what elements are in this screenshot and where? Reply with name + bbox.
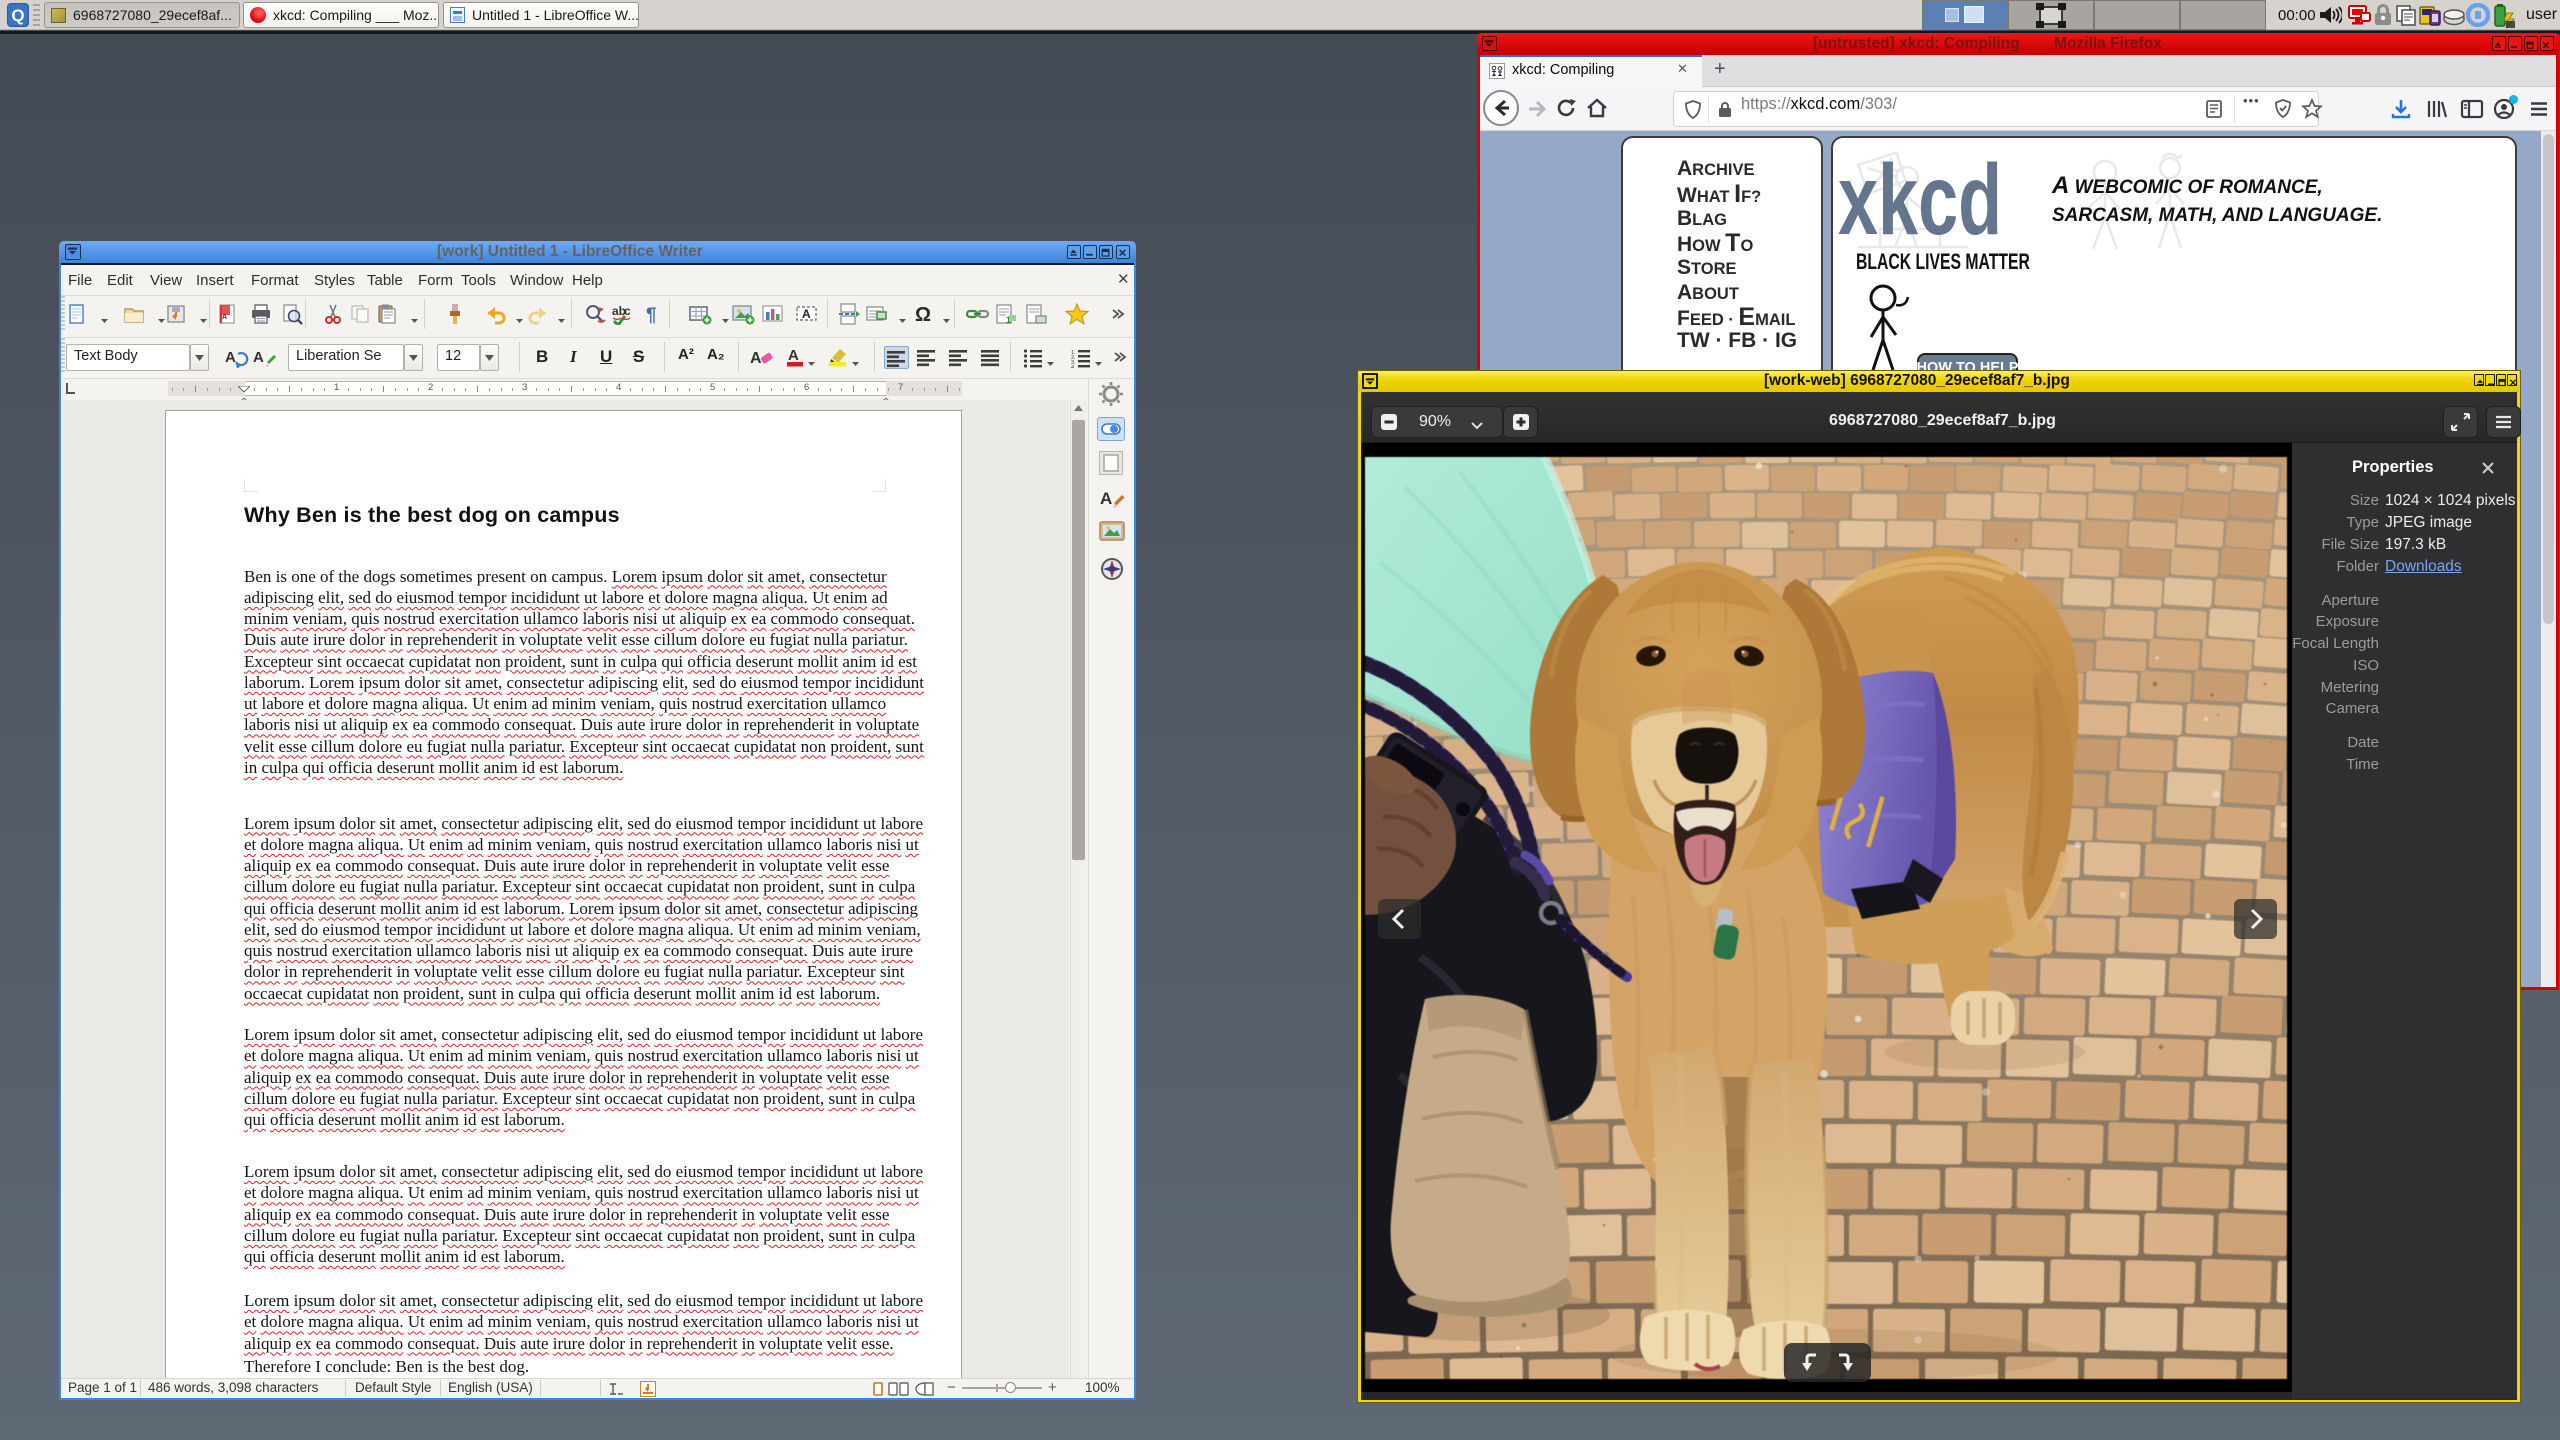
svg-text:¶: ¶ [646, 305, 657, 325]
svg-text:A: A [253, 349, 264, 366]
svg-text:A: A [222, 314, 227, 321]
svg-text:c: c [624, 304, 631, 318]
svg-text:4.: 4. [1071, 365, 1076, 368]
svg-text:Ω: Ω [915, 304, 931, 325]
svg-text:A: A [1100, 489, 1112, 508]
svg-text:A: A [750, 350, 762, 367]
svg-text:A: A [788, 347, 799, 364]
svg-text:A: A [802, 307, 811, 321]
svg-text:A: A [225, 349, 236, 366]
